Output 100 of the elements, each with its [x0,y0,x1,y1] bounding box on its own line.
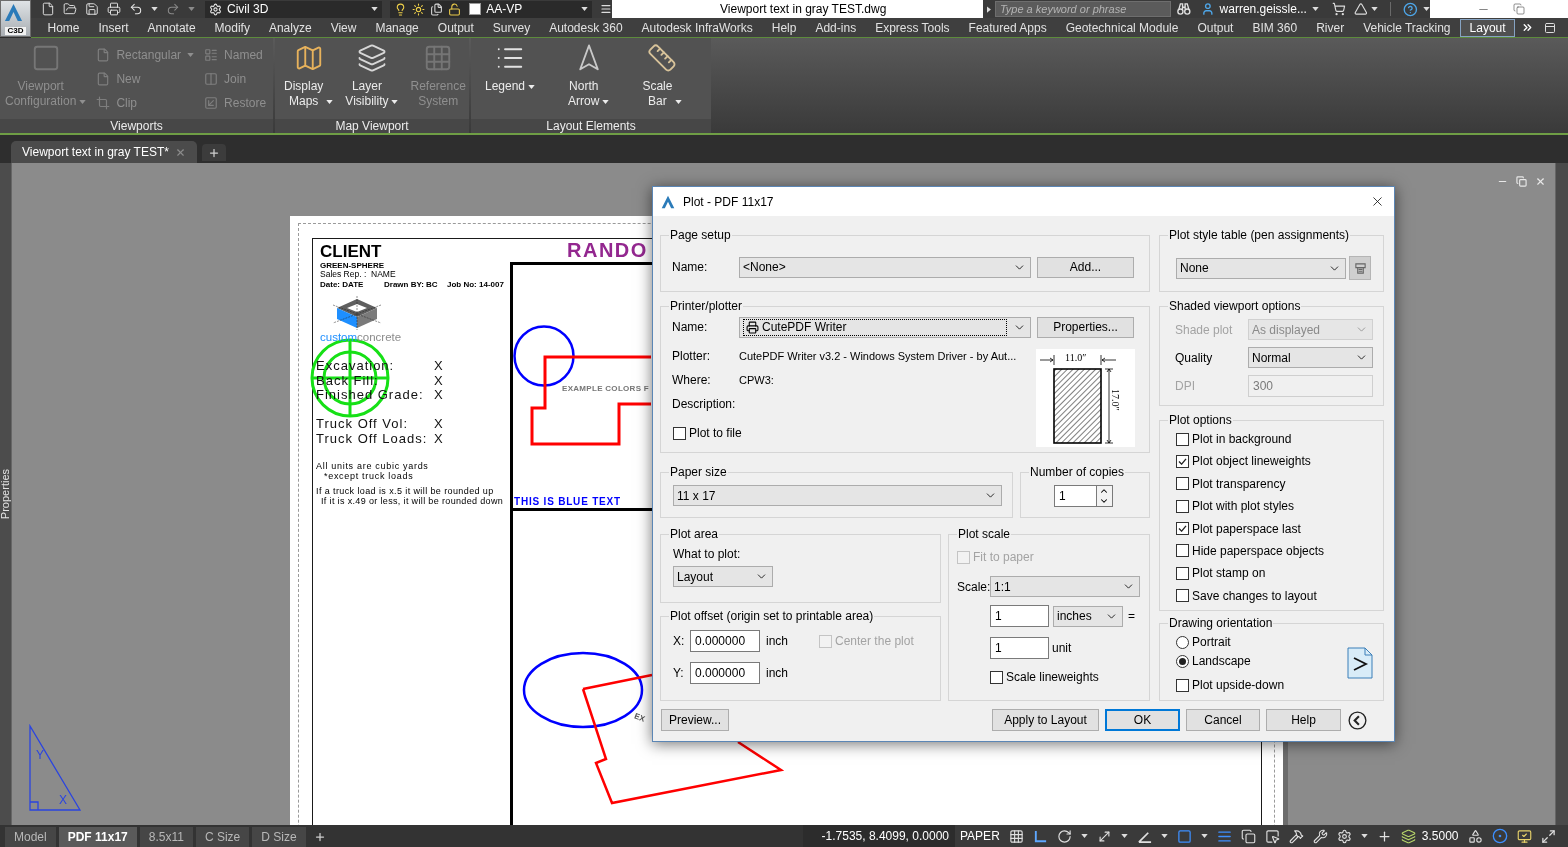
unit-dropdown[interactable]: inches [1053,605,1123,627]
layout-tab[interactable]: D Size [252,827,306,847]
ribbon-tab[interactable]: Vehicle Tracking [1353,18,1461,37]
ribbon-tab[interactable]: Insert [89,18,139,37]
ribbon-tab[interactable]: Add-ins [805,18,866,37]
plus-icon[interactable] [1376,828,1392,844]
application-menu-button[interactable]: C3D [0,0,31,37]
ribbon-tab[interactable]: Output [428,18,484,37]
input-field[interactable]: 1 [1054,485,1097,507]
redo-icon[interactable] [166,2,180,16]
checkbox-label[interactable]: Hide paperspace objects [1192,543,1325,558]
document-tab[interactable]: Viewport text in gray TEST* [11,141,197,163]
checkbox[interactable] [1176,678,1189,692]
edit-style-button[interactable] [1349,256,1371,280]
monitor-icon[interactable] [1516,828,1532,844]
checkbox[interactable] [1176,566,1189,580]
ribbon-tool-button[interactable]: Legend [485,43,536,94]
input-field[interactable]: 1 [990,637,1049,659]
annotation-scale-readout[interactable]: 3.5000 [1421,827,1459,845]
checkbox[interactable] [1176,454,1189,468]
caret-icon[interactable] [326,100,334,104]
ribbon-tab[interactable]: Home [38,18,89,37]
caret-icon[interactable] [151,7,158,11]
caret-icon[interactable] [1371,7,1379,11]
ribbon-tab[interactable]: BIM 360 [1242,18,1307,37]
undo-icon[interactable] [129,2,143,16]
caret-icon[interactable] [1160,834,1168,838]
ribbon-tab[interactable]: Manage [365,18,429,37]
plot-style-dropdown[interactable]: None [1176,257,1346,279]
caret-icon[interactable] [1200,834,1208,838]
ribbon-tab[interactable]: Featured Apps [959,18,1057,37]
restore-icon[interactable] [1513,3,1525,15]
checkbox[interactable] [1176,589,1189,603]
caret-icon[interactable] [391,100,399,104]
checkbox[interactable] [1176,477,1189,491]
layers-icon[interactable] [1400,828,1416,844]
scale-dropdown[interactable]: 1:1 [990,576,1140,597]
ribbon-tab[interactable]: Annotate [138,18,206,37]
checkbox[interactable] [990,670,1003,684]
checkbox[interactable] [1176,522,1189,536]
cancel-button[interactable]: Cancel [1186,709,1260,731]
ribbon-tab[interactable]: Geotechnical Module [1056,18,1188,37]
caret-icon[interactable] [581,7,589,11]
input-field[interactable]: 0.000000 [690,630,760,652]
new-tab-button[interactable] [202,144,226,161]
cart-icon[interactable] [1331,2,1346,16]
workspace-dropdown[interactable]: Civil 3D [205,0,383,18]
radio-label[interactable]: Landscape [1192,654,1251,668]
ok-button[interactable]: OK [1105,709,1180,731]
plus-icon[interactable] [313,831,326,843]
preview-button[interactable]: Preview... [661,709,729,731]
ribbon-tab[interactable]: River [1306,18,1354,37]
caret-icon[interactable] [1120,834,1128,838]
caret-icon[interactable] [528,85,536,89]
caret-icon[interactable] [675,100,683,104]
circle-dot-icon[interactable] [1491,828,1508,844]
checkbox[interactable] [1176,499,1189,513]
space-toggle[interactable]: PAPER [957,827,1003,845]
grid-icon[interactable] [1008,828,1024,844]
hammer-icon[interactable] [1288,828,1304,844]
close-icon[interactable] [1370,194,1385,209]
radio-label[interactable]: Portrait [1192,635,1231,649]
apply-to-layout-button[interactable]: Apply to Layout [992,709,1099,731]
caret-right-icon[interactable] [987,5,991,13]
triangle-icon[interactable] [1353,2,1368,16]
checkbox-label[interactable]: Scale lineweights [1006,670,1099,684]
page-icon[interactable] [41,2,55,16]
ribbon-tab[interactable]: Modify [205,18,260,37]
shading-dropdown[interactable]: Normal [1248,347,1373,368]
ribbon-tab[interactable]: Analyze [259,18,322,37]
l-shape-icon[interactable] [1032,828,1048,844]
checkbox[interactable] [1176,544,1189,558]
ribbon-tool-button[interactable]: Layer Visibility [345,43,399,109]
caret-icon[interactable] [1080,834,1088,838]
checkbox[interactable] [1176,432,1189,446]
layout-tab[interactable]: Model [5,827,56,847]
checkbox-label[interactable]: Save changes to layout [1192,588,1317,603]
checkbox-label[interactable]: Plot paperspace last [1192,521,1301,536]
menu-icon[interactable] [600,3,612,15]
ribbon-tab[interactable]: Survey [483,18,540,37]
ribbon-tool-button[interactable]: North Arrow [568,43,610,109]
help-button[interactable]: Help [1266,709,1341,731]
diagonal-arrow-icon[interactable] [1096,828,1112,844]
caret-icon[interactable] [1311,7,1319,11]
checkbox-label[interactable]: Plot in background [1192,432,1292,446]
wrench-icon[interactable] [1312,828,1328,844]
rotate-arrow-icon[interactable] [1056,828,1072,844]
panel-icon[interactable] [1543,21,1558,34]
person-icon[interactable] [1200,2,1215,16]
layout-tab[interactable]: PDF 11x17 [58,827,137,847]
help-icon[interactable] [1403,1,1418,17]
binoculars-icon[interactable] [1177,2,1191,16]
ribbon-tool-button[interactable]: Display Maps [284,43,334,109]
layout-tab[interactable]: 8.5x11 [139,827,193,847]
ribbon-tab[interactable]: View [321,18,366,37]
cursor-square-icon[interactable] [1264,828,1280,844]
radio-button[interactable] [1176,654,1189,668]
add-button[interactable]: Add... [1037,256,1134,278]
checkbox-label[interactable]: Plot object lineweights [1192,454,1311,469]
checkbox-label[interactable]: Plot with plot styles [1192,499,1295,514]
